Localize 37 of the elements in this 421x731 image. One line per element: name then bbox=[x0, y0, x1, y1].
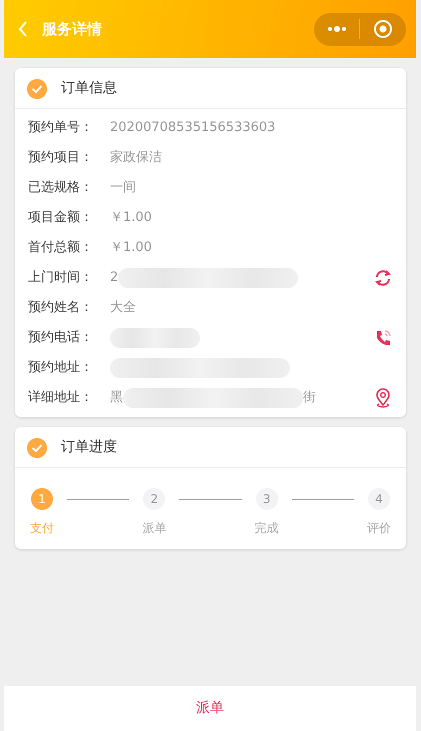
step-number: 4 bbox=[368, 488, 390, 510]
step-label: 支付 bbox=[30, 520, 54, 537]
page-title: 服务详情 bbox=[42, 18, 102, 40]
dispatch-button[interactable]: 派单 bbox=[190, 697, 230, 720]
refresh-button[interactable] bbox=[373, 268, 393, 288]
field-label: 预约姓名： bbox=[28, 299, 94, 318]
field-label: 详细地址： bbox=[28, 389, 94, 408]
more-icon bbox=[326, 25, 346, 33]
field-label: 预约地址： bbox=[28, 359, 94, 378]
field-value: ￥1.00 bbox=[110, 209, 152, 228]
target-icon bbox=[372, 19, 392, 39]
field-value: 20200708535156533603 bbox=[110, 119, 276, 138]
step-number: 1 bbox=[31, 488, 53, 510]
section-title: 订单信息 bbox=[61, 79, 117, 98]
field-value: 大全 bbox=[110, 299, 136, 318]
field-value: 2 bbox=[110, 269, 118, 288]
refresh-icon bbox=[373, 268, 393, 288]
field-value: ￥1.00 bbox=[110, 239, 152, 258]
step-label: 完成 bbox=[254, 520, 279, 537]
field-label: 预约项目： bbox=[28, 149, 94, 168]
step-label: 评价 bbox=[366, 520, 391, 537]
field-label: 项目金额： bbox=[28, 209, 94, 228]
field-value: 黑 bbox=[110, 389, 123, 408]
field-label: 上门时间： bbox=[28, 269, 94, 288]
step-number: 3 bbox=[256, 488, 278, 510]
field-label: 首付总额： bbox=[28, 239, 94, 258]
field-value: 家政保洁 bbox=[110, 149, 162, 168]
step-label: 派单 bbox=[142, 520, 166, 537]
step-number: 2 bbox=[143, 488, 166, 510]
location-pin-button[interactable] bbox=[373, 388, 393, 408]
section-title: 订单进度 bbox=[61, 438, 117, 457]
field-label: 已选规格： bbox=[28, 179, 94, 198]
location-pin-icon bbox=[373, 388, 393, 408]
field-value: 一间 bbox=[110, 179, 136, 198]
field-value: 街 bbox=[303, 389, 316, 408]
field-label: 预约单号： bbox=[28, 119, 94, 138]
field-label: 预约电话： bbox=[28, 329, 94, 348]
